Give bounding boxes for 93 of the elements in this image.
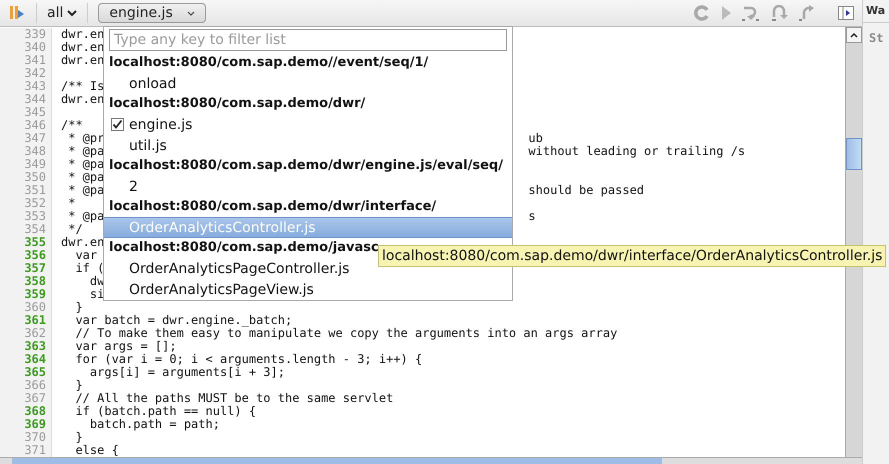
line-number: 342 — [0, 67, 52, 80]
panel-label: St — [868, 30, 884, 45]
line-number: 364 — [0, 353, 52, 366]
line-number: 346 — [0, 119, 52, 132]
file-item[interactable]: OrderAnalyticsPageView.js — [104, 279, 512, 300]
code-line: } — [74, 378, 83, 392]
code-line: * — [67, 196, 76, 210]
code-line: without leading or trailing /s — [528, 145, 746, 158]
code-line: args[i] = arguments[i + 3]; — [88, 365, 285, 379]
line-number: 352 — [0, 197, 52, 210]
code-line: } — [74, 300, 83, 314]
code-line: if ( — [74, 261, 104, 275]
rerun-icon[interactable] — [694, 5, 710, 21]
scroll-up-button[interactable] — [846, 27, 862, 43]
code-line: for (var i = 0; i < arguments.length - 3; i++) { — [74, 352, 422, 366]
line-number: 362 — [0, 327, 52, 340]
line-number: 351 — [0, 184, 52, 197]
line-number: 359 — [0, 288, 52, 301]
code-line: si — [88, 287, 104, 301]
line-number: 368 — [0, 405, 52, 418]
code-line: batch.path = path; — [88, 417, 220, 431]
code-line: dwr.en — [61, 40, 104, 54]
line-number: 369 — [0, 418, 52, 431]
code-line: */ — [67, 222, 83, 236]
code-line: // To make them easy to manipulate we copy the arguments into an args array — [74, 326, 618, 340]
code-line: dwr.en — [61, 92, 104, 106]
step-out-icon[interactable] — [798, 5, 816, 21]
chevron-down-icon — [67, 9, 78, 17]
group-header: localhost:8080/com.sap.demo/dwr/ — [108, 95, 366, 113]
panel-tab[interactable]: Wa — [863, 0, 889, 23]
code-line: * @pr — [67, 131, 104, 145]
line-number: 356 — [0, 249, 52, 262]
line-number: 339 — [0, 28, 52, 41]
code-line: /** — [61, 118, 83, 132]
code-line: var — [74, 248, 98, 262]
line-number: 353 — [0, 210, 52, 223]
tooltip: localhost:8080/com.sap.demo/dwr/interface/OrderAnalyticsController.js — [378, 245, 886, 267]
line-number: 343 — [0, 80, 52, 93]
line-number: 363 — [0, 340, 52, 353]
code-line: /** Is — [61, 79, 104, 93]
code-line: * @pa — [67, 183, 104, 197]
play-icon[interactable] — [720, 5, 732, 21]
line-number: 347 — [0, 132, 52, 145]
code-line: dwr.en — [61, 53, 104, 67]
file-item[interactable]: engine.js — [104, 114, 512, 135]
line-number: 355 — [0, 236, 52, 249]
file-item[interactable]: onload — [104, 73, 512, 94]
code-line: } — [74, 430, 83, 444]
panel-toggle-icon[interactable] — [838, 6, 854, 20]
step-over-icon[interactable] — [742, 5, 760, 21]
code-line: * @pa — [67, 170, 104, 184]
line-number: 357 — [0, 262, 52, 275]
line-number: 367 — [0, 392, 52, 405]
code-line: var args = []; — [74, 339, 177, 353]
line-number: 365 — [0, 366, 52, 379]
code-line: s — [528, 210, 536, 223]
code-line: ub — [528, 132, 543, 145]
line-number: 354 — [0, 223, 52, 236]
line-number: 350 — [0, 171, 52, 184]
filter-field[interactable]: Type any key to filter list — [109, 29, 507, 51]
pause-icon[interactable] — [10, 5, 24, 21]
line-number: 348 — [0, 145, 52, 158]
line-number: 349 — [0, 158, 52, 171]
step-into-icon[interactable] — [770, 5, 788, 21]
line-number: 360 — [0, 301, 52, 314]
file-dropdown[interactable]: engine.js — [98, 3, 206, 23]
file-item[interactable]: util.js — [104, 135, 512, 156]
group-header: localhost:8080/com.sap.demo/dwr/interface/ — [108, 198, 438, 216]
code-line: * @pa — [67, 144, 104, 158]
code-line: * @pa — [67, 209, 104, 223]
group-header: localhost:8080/com.sap.demo//event/seq/1/ — [108, 54, 430, 72]
line-number: 370 — [0, 431, 52, 444]
scope-dropdown[interactable]: all — [47, 5, 78, 21]
code-line: * @pa — [67, 157, 104, 171]
line-number: 366 — [0, 379, 52, 392]
line-number: 371 — [0, 444, 52, 457]
code-line: else { — [74, 443, 119, 457]
code-line: dwr.en — [61, 235, 104, 249]
chevron-down-icon — [186, 10, 195, 16]
code-line: if (batch.path == null) { — [74, 404, 256, 418]
code-line: // All the paths MUST be to the same servlet — [74, 391, 394, 405]
file-item[interactable]: 2 — [104, 176, 512, 197]
chevron-up-icon — [850, 32, 858, 38]
line-number: 345 — [0, 106, 52, 119]
line-number: 340 — [0, 41, 52, 54]
code-line: dwr.en — [61, 27, 104, 41]
line-number: 358 — [0, 275, 52, 288]
line-number: 344 — [0, 93, 52, 106]
group-header: localhost:8080/com.sap.demo/dwr/engine.js/eval/seq/ — [108, 157, 504, 175]
code-line: var batch = dwr.engine._batch; — [74, 313, 292, 327]
line-number: 361 — [0, 314, 52, 327]
code-line: should be passed — [528, 184, 644, 197]
line-number: 341 — [0, 54, 52, 67]
